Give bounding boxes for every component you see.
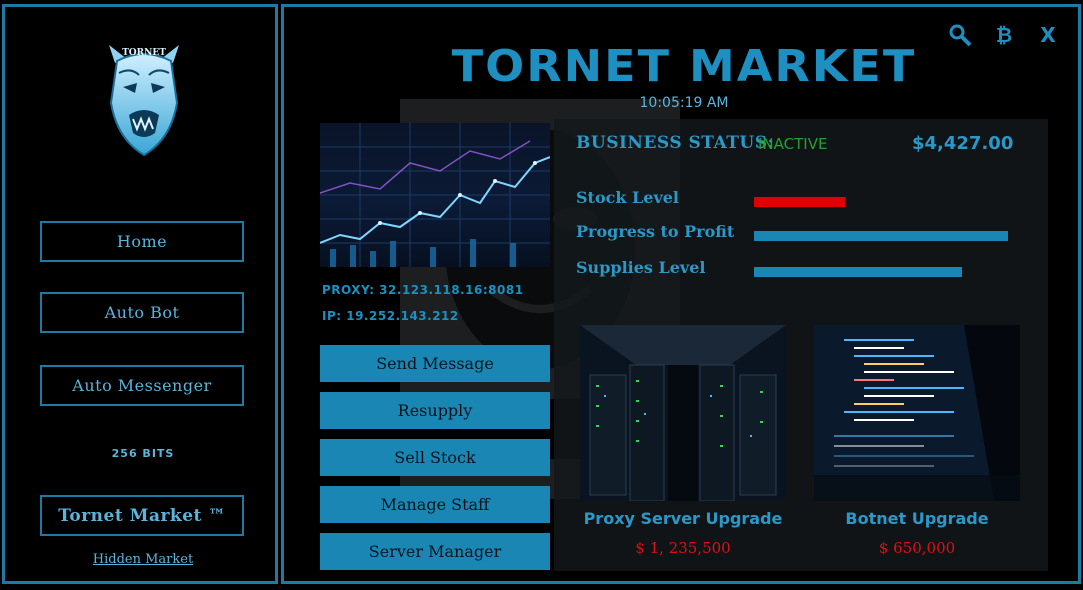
clock: 10:05:19 AM — [639, 95, 729, 111]
tornet-market-button[interactable]: Tornet Market ™ — [40, 495, 244, 536]
progress-to-profit-meter — [754, 231, 1008, 241]
ip-address: IP: 19.252.143.212 — [322, 309, 459, 323]
sidebar: TORNET Home Auto Bot Auto Messenger 256 … — [2, 4, 278, 584]
search-icon[interactable] — [948, 23, 972, 47]
supplies-level-fill — [754, 267, 963, 277]
nav-auto-bot-button[interactable]: Auto Bot — [40, 292, 244, 333]
code-screen-image[interactable] — [814, 325, 1020, 501]
proxy-upgrade-title[interactable]: Proxy Server Upgrade — [580, 509, 786, 528]
manage-staff-button[interactable]: Manage Staff — [320, 486, 550, 523]
bitcoin-icon[interactable]: ₿ — [992, 23, 1016, 47]
stock-level-fill — [754, 197, 846, 207]
proxy-address: PROXY: 32.123.118.16:8081 — [322, 283, 524, 297]
nav-home-button[interactable]: Home — [40, 221, 244, 262]
stock-chart-image — [320, 123, 550, 267]
progress-to-profit-label: Progress to Profit — [576, 222, 735, 241]
business-status-value: INACTIVE — [758, 135, 828, 153]
server-room-image[interactable] — [580, 325, 786, 501]
business-status-panel: BUSINESS STATUS: INACTIVE $4,427.00 Stoc… — [554, 119, 1048, 571]
stock-level-label: Stock Level — [576, 188, 679, 207]
server-manager-button[interactable]: Server Manager — [320, 533, 550, 570]
progress-to-profit-fill — [754, 231, 1008, 241]
resupply-button[interactable]: Resupply — [320, 392, 550, 429]
botnet-upgrade-title[interactable]: Botnet Upgrade — [814, 509, 1020, 528]
app-window: TORNET Home Auto Bot Auto Messenger 256 … — [0, 0, 1083, 590]
top-toolbar: ₿ X — [948, 23, 1060, 47]
botnet-upgrade-price: $ 650,000 — [878, 539, 956, 557]
balance: $4,427.00 — [912, 133, 1014, 154]
main-panel: TORNET MARKET 10:05:19 AM ₿ X PROXY: 32.… — [281, 4, 1081, 584]
sell-stock-button[interactable]: Sell Stock — [320, 439, 550, 476]
hidden-market-link[interactable]: Hidden Market — [5, 552, 281, 567]
supplies-level-meter — [754, 267, 1008, 277]
nav-auto-messenger-button[interactable]: Auto Messenger — [40, 365, 244, 406]
page-title: TORNET MARKET — [451, 40, 917, 92]
oni-mask-logo: TORNET — [109, 45, 179, 157]
logo-text: TORNET — [122, 48, 166, 58]
send-message-button[interactable]: Send Message — [320, 345, 550, 382]
bits-counter: 256 BITS — [111, 447, 175, 460]
stock-level-meter — [754, 197, 1008, 207]
close-icon[interactable]: X — [1036, 23, 1060, 47]
proxy-upgrade-price: $ 1, 235,500 — [635, 539, 731, 557]
business-status-label: BUSINESS STATUS: — [576, 133, 775, 153]
supplies-level-label: Supplies Level — [576, 258, 706, 277]
